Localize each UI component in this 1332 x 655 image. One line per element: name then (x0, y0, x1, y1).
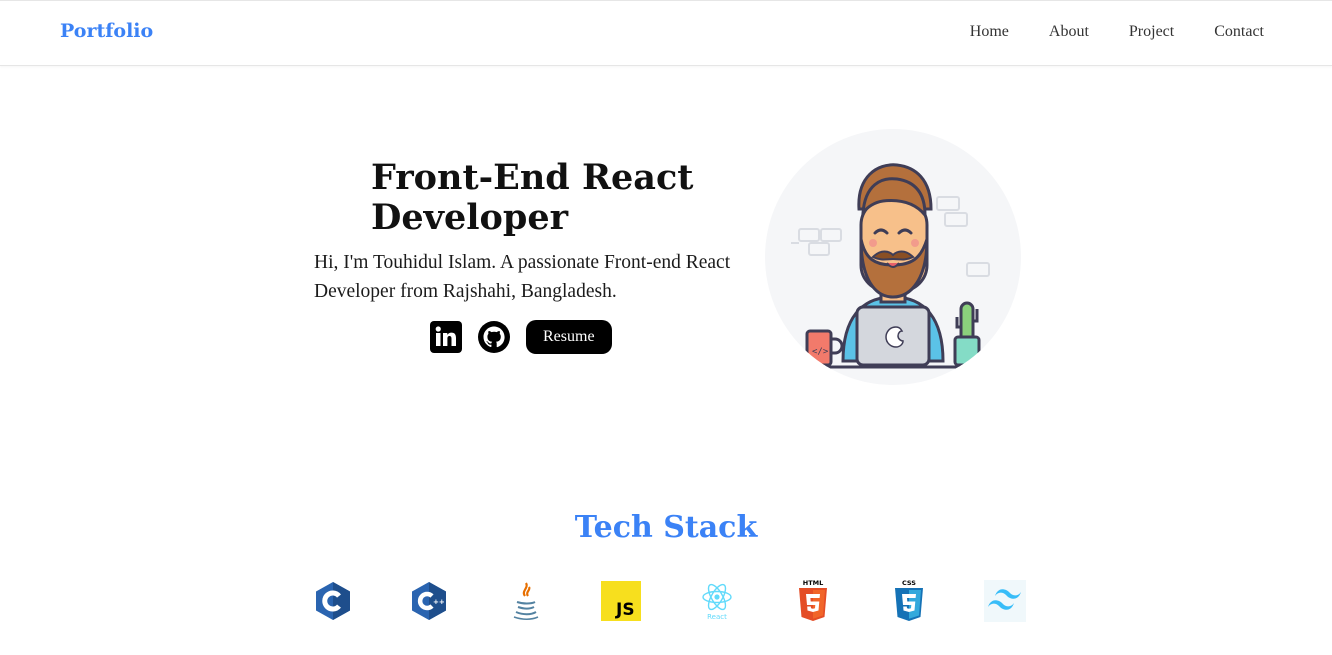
javascript-label: JS (615, 600, 635, 620)
hero-title: Front-End React Developer (371, 157, 694, 238)
developer-avatar-illustration: </> (765, 129, 1021, 385)
hero-description: Hi, I'm Touhidul Islam. A passionate Fro… (314, 252, 731, 302)
hero-actions: Resume (430, 320, 612, 354)
nav-about[interactable]: About (1049, 23, 1089, 41)
brand-logo[interactable]: Portfolio (60, 20, 153, 42)
css-caption: CSS (902, 579, 916, 587)
react-caption: React (707, 613, 727, 621)
c-icon (312, 580, 354, 622)
svg-text:++: ++ (433, 598, 445, 606)
svg-text:</>: </> (812, 347, 829, 357)
nav-home[interactable]: Home (970, 23, 1009, 41)
html5-icon: HTML (792, 579, 834, 622)
navbar: Portfolio Home About Project Contact (0, 0, 1332, 66)
react-icon: React (696, 580, 738, 622)
nav-contact[interactable]: Contact (1214, 23, 1264, 41)
html-caption: HTML (803, 579, 823, 587)
github-icon[interactable] (478, 321, 510, 353)
javascript-icon: JS (600, 580, 642, 622)
linkedin-icon[interactable] (430, 321, 462, 353)
resume-button[interactable]: Resume (526, 320, 612, 354)
tailwind-icon (984, 580, 1026, 622)
tech-stack-icons: ++ JS React HTML CSS (312, 579, 1032, 624)
nav-project[interactable]: Project (1129, 23, 1174, 41)
cpp-icon: ++ (408, 580, 450, 622)
tech-stack-title: Tech Stack (574, 510, 758, 545)
nav-links: Home About Project Contact (930, 23, 1264, 41)
css3-icon: CSS (888, 579, 930, 622)
java-icon (504, 580, 546, 622)
